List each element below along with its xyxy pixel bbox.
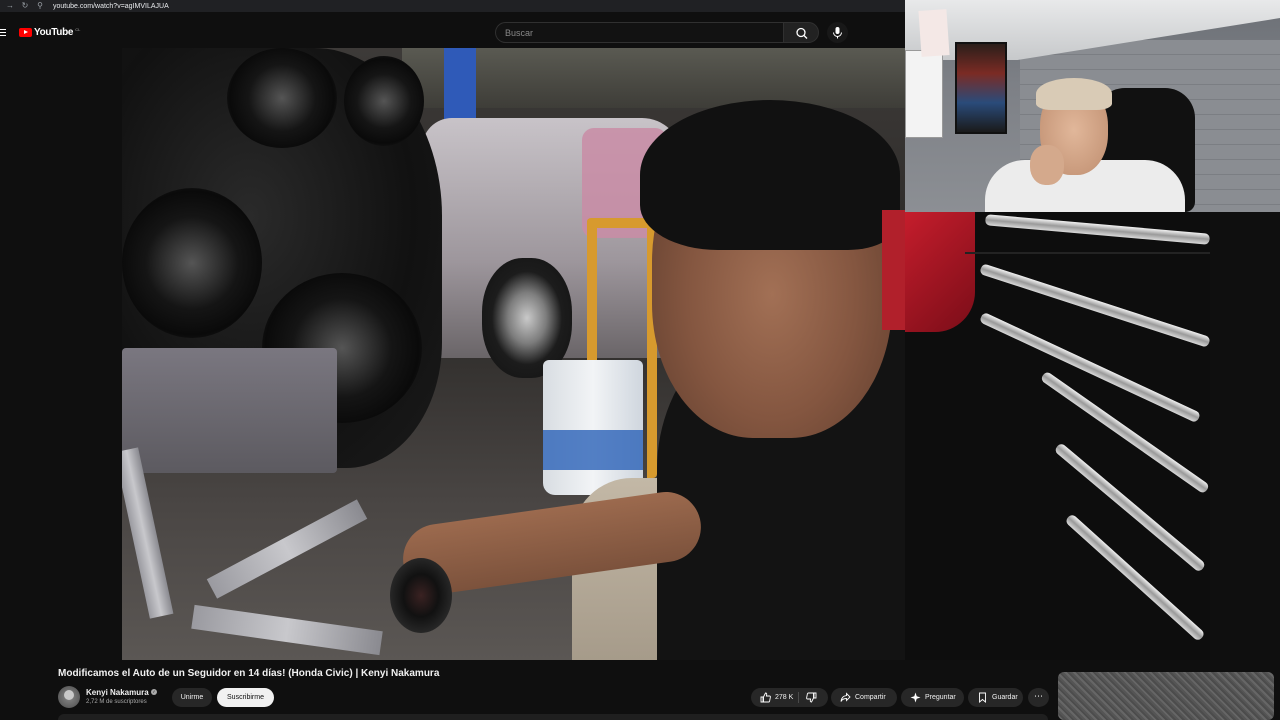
address-bar[interactable]: youtube.com/watch?v=agIMVILAJUA [53,3,169,10]
video-frame-wall [402,48,910,108]
search-box [495,22,783,43]
video-frame-bucket [543,360,643,495]
ask-button[interactable]: Preguntar [901,688,964,707]
share-label: Compartir [855,694,886,701]
whiteboard [905,50,943,138]
video-frame-engine-stand [122,447,383,660]
save-button[interactable]: Guardar [968,688,1023,707]
wall-poster [955,42,1007,134]
video-frame-pillar [444,48,476,128]
voice-search-button[interactable] [827,22,848,43]
channel-name[interactable]: Kenyi Nakamura [86,688,149,697]
streamer-hand [1030,145,1064,185]
video-player[interactable] [122,48,910,660]
video-title: Modificamos el Auto de un Seguidor en 14… [58,668,440,679]
reload-icon[interactable]: ↻ [20,1,30,11]
video-frame-hair [640,100,900,250]
wall-paper [918,9,950,57]
logo-text: YouTube [34,27,74,38]
like-divider [798,692,799,703]
share-button[interactable]: Compartir [831,688,897,707]
subscribe-button[interactable]: Suscribirme [217,688,274,707]
verified-icon: ✓ [151,689,157,695]
recommended-video-thumbnail[interactable] [1058,672,1274,720]
youtube-header: YouTube CL [0,12,905,48]
youtube-play-icon [19,28,32,37]
video-frame-tool-chest [905,212,1210,660]
forward-icon[interactable]: → [5,1,15,11]
description-box-edge[interactable] [58,714,1048,720]
right-panel-background [1210,212,1280,660]
share-icon [840,692,851,703]
video-frame-pulley-large [122,188,262,338]
webcam-overlay [905,0,1280,212]
thumbs-up-icon[interactable] [760,692,771,703]
youtube-logo[interactable]: YouTube CL [19,27,80,38]
search-button[interactable] [783,22,819,43]
like-dislike-group: 278 K [751,688,828,707]
site-info-icon[interactable]: ⚲ [35,1,45,11]
streamer-hair [1036,78,1112,110]
mic-icon [833,27,842,39]
ask-label: Preguntar [925,694,956,701]
like-count[interactable]: 278 K [775,694,793,701]
video-frame-gear [344,56,424,146]
region-code: CL [75,27,81,32]
search-input[interactable] [505,28,765,38]
channel-avatar[interactable] [58,686,80,708]
menu-icon[interactable] [0,29,6,36]
sparkle-icon [910,692,921,703]
subscriber-count: 2,72 M de suscriptores [86,699,147,705]
more-actions-button[interactable]: ⋯ [1028,688,1049,707]
search-icon [796,27,808,39]
bookmark-icon [977,692,988,703]
video-frame-pulley [227,48,337,148]
join-button[interactable]: Unirme [172,688,212,707]
save-label: Guardar [992,694,1018,701]
thumbs-down-icon[interactable] [806,692,817,703]
video-frame-held-pulley [390,558,452,633]
